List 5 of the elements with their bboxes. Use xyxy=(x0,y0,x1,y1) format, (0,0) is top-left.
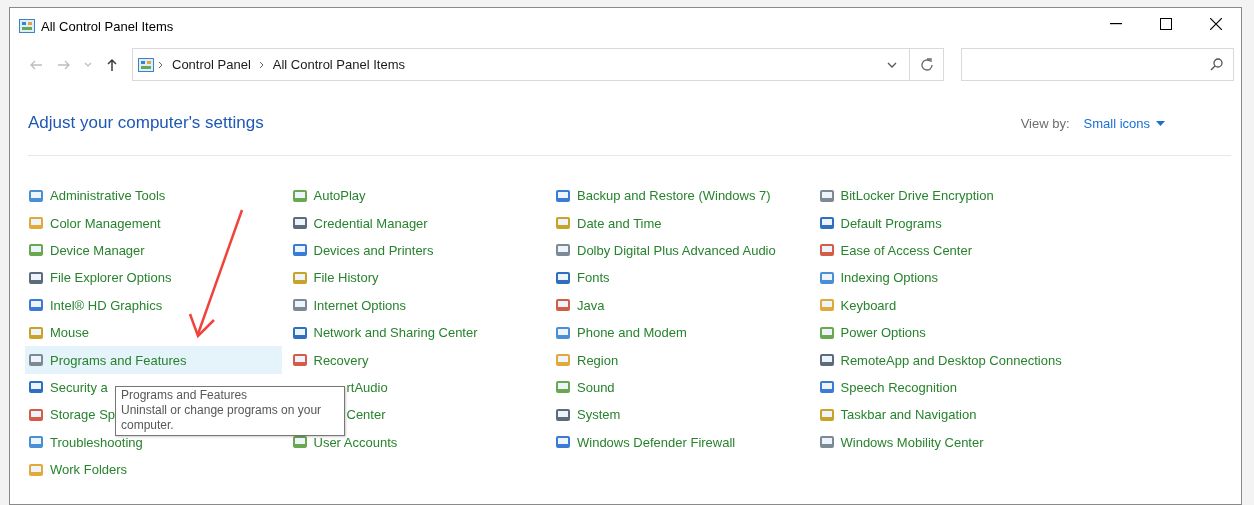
page-heading: Adjust your computer's settings xyxy=(28,113,264,133)
view-by-label: View by: xyxy=(1020,115,1070,131)
tooltip-text: Uninstall or change programs on your computer. xyxy=(121,403,323,433)
window-title: All Control Panel Items xyxy=(41,18,174,34)
tooltip-title: Programs and Features xyxy=(121,388,249,403)
